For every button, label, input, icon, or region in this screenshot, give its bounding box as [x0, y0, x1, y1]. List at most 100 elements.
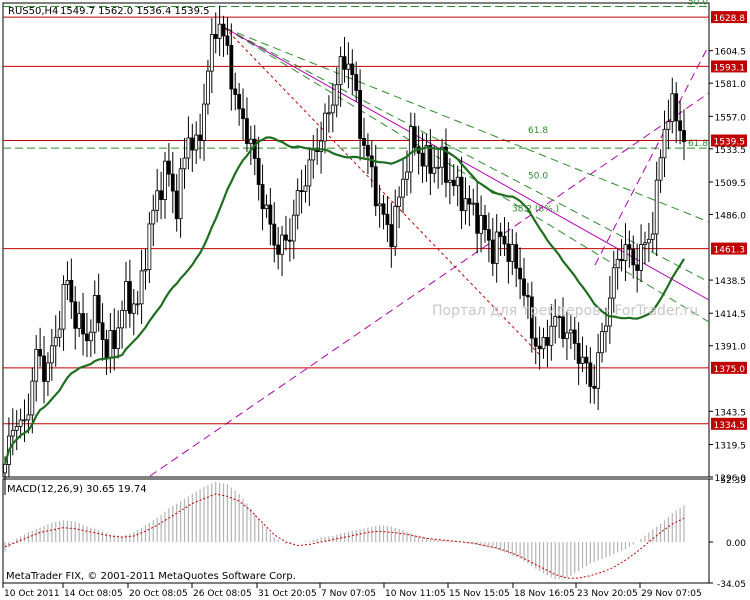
candle-body [163, 160, 167, 200]
candle-body [381, 203, 386, 215]
y-tick-label: 1414.5 [715, 310, 747, 320]
candle-body [276, 244, 281, 255]
level-tag-label: 1461.3 [714, 246, 746, 256]
candle-body [42, 355, 46, 382]
candle-body [116, 327, 121, 349]
chart-window: 50.0 61.8 61.8 50.0 38.2 (8%.) 52.39 0.00 -34.… [0, 0, 750, 600]
watermark-text: Портал для трейдеров - ForTrader.ru [432, 303, 698, 319]
y-tick-label: 1319.5 [715, 442, 747, 452]
candle-body [412, 126, 417, 148]
chart-canvas[interactable]: 50.061.861.850.038.2 (8%.) 52.390.00-34.… [0, 0, 750, 600]
fib-level-label: 50.0 [688, 0, 708, 7]
candle-body [342, 56, 347, 70]
y-tick-label: 1296.0 [715, 474, 747, 484]
candle-body [490, 239, 495, 264]
candle-body [190, 137, 195, 151]
candle-body [502, 235, 507, 245]
candle-body [373, 166, 378, 207]
candle-body [549, 325, 554, 346]
x-tick-label: 31 Oct 20:05 [258, 589, 317, 599]
candle-body [131, 303, 136, 314]
candle-body [576, 343, 581, 364]
candle-body [408, 126, 413, 173]
channel-fib-label: 50.0 [528, 172, 548, 182]
candle-body [159, 190, 163, 200]
candle-body [69, 280, 74, 303]
candle-body [57, 328, 62, 338]
candle-body [650, 233, 655, 240]
candle-body [53, 336, 58, 347]
candle-body [104, 339, 109, 359]
candle-body [510, 244, 515, 262]
candle-body [14, 426, 19, 431]
candle-body [311, 149, 316, 161]
candle-body [96, 295, 101, 324]
candle-body [580, 356, 585, 364]
candle-body [303, 185, 308, 192]
candle-body [307, 159, 312, 187]
candle-body [233, 88, 238, 95]
candle-body [299, 190, 304, 193]
candle-body [10, 429, 15, 437]
candle-body [284, 234, 288, 241]
symbol-label: RUS50,H4 [8, 6, 58, 17]
candle-body [682, 130, 686, 142]
candle-body [541, 337, 546, 350]
candle-body [73, 301, 78, 329]
y-tick-label: 1343.5 [715, 408, 747, 418]
candle-body [248, 138, 253, 144]
candle-body [65, 280, 70, 285]
candle-body [170, 173, 175, 192]
candle-body [221, 23, 226, 37]
candle-body [85, 333, 89, 342]
candle-body [631, 248, 636, 266]
candle-body [334, 84, 339, 106]
candle-body [654, 179, 659, 235]
candle-body [533, 337, 538, 347]
candle-body [518, 267, 523, 280]
candle-body [451, 179, 456, 187]
candle-body [471, 202, 476, 205]
candle-body [615, 258, 620, 269]
candle-body [245, 118, 249, 144]
candle-body [498, 231, 503, 237]
candle-body [46, 362, 50, 382]
candle-body [428, 145, 433, 174]
candle-body [385, 213, 390, 226]
level-tag-label: 1539.5 [714, 138, 746, 148]
level-tag-label: 1628.8 [714, 14, 746, 24]
candle-body [592, 386, 597, 389]
candle-body [213, 34, 218, 39]
candle-body [377, 203, 382, 207]
candle-body [186, 137, 191, 159]
candle-body [22, 419, 27, 422]
candle-body [459, 176, 464, 212]
candle-body [526, 294, 530, 298]
x-tick-label: 15 Nov 15:05 [449, 589, 510, 599]
candle-body [600, 331, 604, 354]
candle-body [287, 239, 292, 242]
candle-body [77, 313, 82, 329]
candle-body [256, 157, 261, 185]
candle-body [338, 56, 343, 86]
y-tick-label: 1391.0 [715, 343, 747, 353]
candle-body [350, 63, 355, 75]
candle-body [124, 281, 128, 311]
y-tick-label: 1557.0 [715, 113, 747, 123]
level-tag-label: 1375.0 [714, 365, 746, 375]
candle-body [241, 108, 245, 120]
candle-body [401, 178, 405, 198]
candle-body [100, 322, 105, 341]
candle-body [34, 349, 39, 382]
candle-body [537, 345, 542, 350]
candle-body [405, 171, 409, 180]
candle-body [561, 316, 565, 339]
candle-body [393, 205, 398, 248]
candle-body [354, 74, 359, 91]
candle-body [420, 152, 425, 167]
candle-body [112, 330, 117, 349]
candle-body [49, 345, 54, 364]
candle-body [237, 94, 242, 110]
candle-body [272, 223, 277, 246]
candle-body [588, 362, 593, 387]
